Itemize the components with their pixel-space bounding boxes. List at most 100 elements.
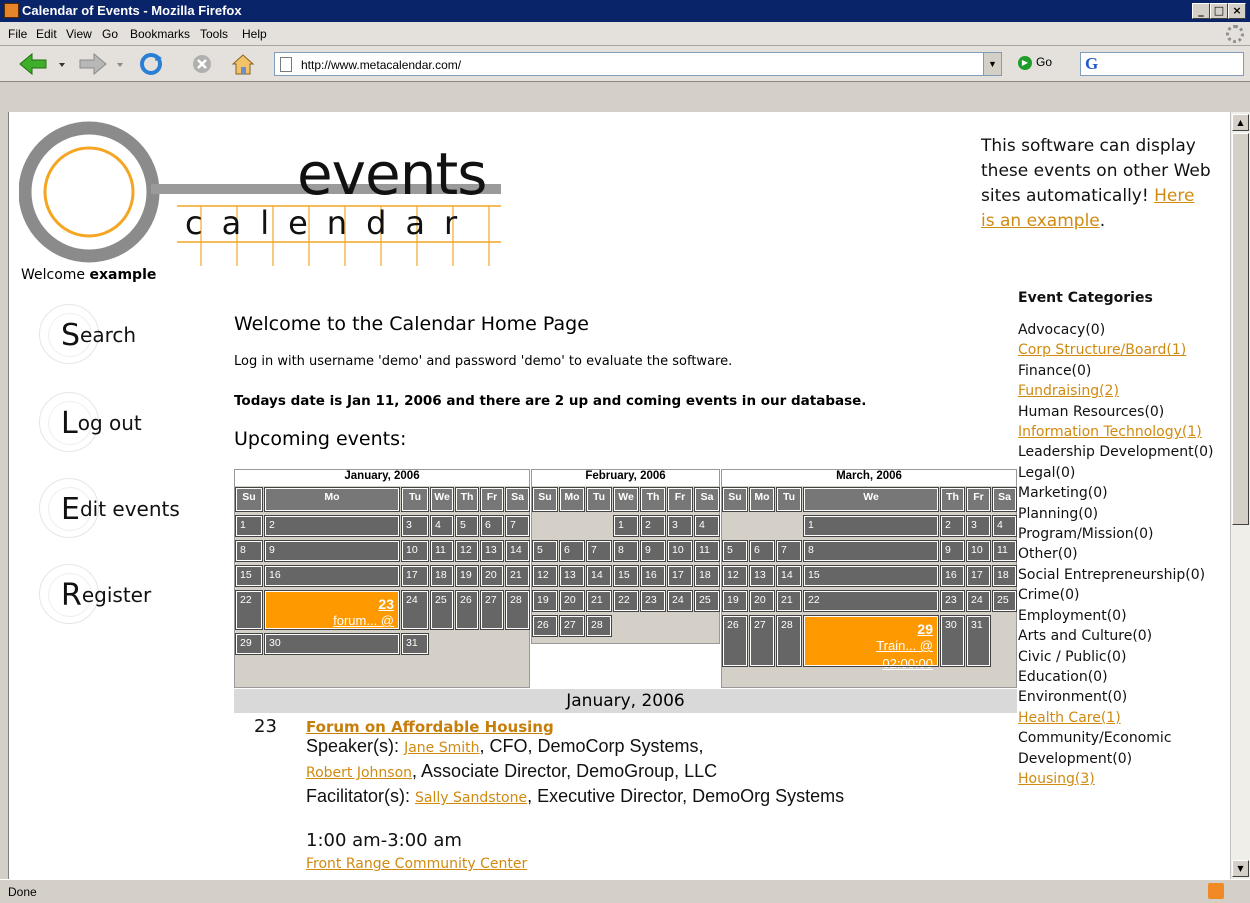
speaker-link[interactable]: Robert Johnson <box>306 765 412 781</box>
calendar-day[interactable]: 25 <box>992 590 1017 612</box>
calendar-day[interactable]: 26 <box>455 590 479 630</box>
calendar-day[interactable]: 6 <box>749 540 775 562</box>
search-box[interactable]: G <box>1080 52 1244 76</box>
calendar-day[interactable]: 11 <box>430 540 454 562</box>
calendar-day[interactable]: 31 <box>401 633 429 655</box>
category-link[interactable]: Information Technology(1) <box>1018 424 1202 440</box>
calendar-day[interactable]: 20 <box>559 590 585 612</box>
go-button[interactable]: ▶ Go <box>1018 55 1052 70</box>
calendar-day[interactable]: 18 <box>992 565 1017 587</box>
calendar-day[interactable]: 3 <box>667 515 693 537</box>
scroll-thumb[interactable] <box>1232 133 1249 525</box>
category-link[interactable]: Corp Structure/Board(1) <box>1018 342 1186 358</box>
event-title-short[interactable]: forum... @ <box>266 612 394 630</box>
back-dropdown-icon[interactable] <box>58 52 68 76</box>
calendar-day[interactable]: 20 <box>480 565 504 587</box>
calendar-day[interactable]: 6 <box>559 540 585 562</box>
event-day-number[interactable]: 23 <box>266 596 394 612</box>
calendar-day[interactable]: 27 <box>480 590 504 630</box>
url-dropdown-icon[interactable]: ▼ <box>983 53 1001 75</box>
calendar-day[interactable]: 28 <box>776 615 802 667</box>
calendar-day[interactable]: 26 <box>532 615 558 637</box>
calendar-day[interactable]: 12 <box>532 565 558 587</box>
calendar-day[interactable]: 15 <box>803 565 939 587</box>
category-item[interactable]: Housing(3) <box>1018 769 1218 789</box>
calendar-day[interactable]: 24 <box>966 590 991 612</box>
calendar-day[interactable]: 25 <box>694 590 720 612</box>
calendar-day[interactable]: 30 <box>940 615 965 667</box>
calendar-day[interactable]: 14 <box>505 540 530 562</box>
calendar-day[interactable]: 21 <box>776 590 802 612</box>
calendar-day[interactable]: 4 <box>694 515 720 537</box>
calendar-day[interactable]: 16 <box>940 565 965 587</box>
category-link[interactable]: Fundraising(2) <box>1018 383 1119 399</box>
calendar-day[interactable]: 12 <box>455 540 479 562</box>
calendar-day[interactable]: 1 <box>235 515 263 537</box>
calendar-day[interactable]: 2 <box>940 515 965 537</box>
facilitator-link[interactable]: Sally Sandstone <box>415 790 527 806</box>
calendar-day[interactable]: 28 <box>586 615 612 637</box>
calendar-day[interactable]: 15 <box>613 565 639 587</box>
minimize-button[interactable]: _ <box>1192 3 1210 19</box>
calendar-day[interactable]: 17 <box>966 565 991 587</box>
calendar-day[interactable]: 24 <box>667 590 693 612</box>
category-link[interactable]: Housing(3) <box>1018 771 1095 787</box>
menu-go[interactable]: Go <box>102 27 118 41</box>
category-item[interactable]: Corp Structure/Board(1) <box>1018 340 1218 360</box>
calendar-day[interactable]: 17 <box>401 565 429 587</box>
category-item[interactable]: Health Care(1) <box>1018 708 1218 728</box>
calendar-day[interactable]: 16 <box>640 565 666 587</box>
calendar-day[interactable]: 23 <box>640 590 666 612</box>
calendar-day[interactable]: 19 <box>532 590 558 612</box>
nav-edit-events[interactable]: Edit events <box>39 478 239 538</box>
calendar-day[interactable]: 20 <box>749 590 775 612</box>
scroll-down-icon[interactable]: ▼ <box>1232 860 1249 877</box>
calendar-day[interactable]: 26 <box>722 615 748 667</box>
menu-edit[interactable]: Edit <box>36 27 57 41</box>
speaker-link[interactable]: Jane Smith <box>404 740 479 756</box>
maximize-button[interactable]: □ <box>1210 3 1228 19</box>
event-day-number[interactable]: 29 <box>805 621 933 637</box>
home-icon[interactable] <box>230 52 256 76</box>
calendar-day[interactable]: 24 <box>401 590 429 630</box>
event-day-cell[interactable]: 23forum... @01:00:00 <box>264 590 400 646</box>
scroll-up-icon[interactable]: ▲ <box>1232 114 1249 131</box>
calendar-day[interactable]: 5 <box>722 540 748 562</box>
calendar-day[interactable]: 30 <box>264 633 400 655</box>
calendar-day[interactable]: 15 <box>235 565 263 587</box>
calendar-day[interactable]: 19 <box>722 590 748 612</box>
rss-feed-icon[interactable] <box>1208 883 1224 899</box>
calendar-day[interactable]: 12 <box>722 565 748 587</box>
menu-tools[interactable]: Tools <box>200 27 228 41</box>
calendar-day[interactable]: 5 <box>455 515 479 537</box>
calendar-day[interactable]: 2 <box>264 515 400 537</box>
back-arrow-icon[interactable] <box>18 52 48 76</box>
url-text[interactable]: http://www.metacalendar.com/ <box>301 58 461 72</box>
calendar-day[interactable]: 11 <box>992 540 1017 562</box>
calendar-day[interactable]: 6 <box>480 515 504 537</box>
calendar-day[interactable]: 8 <box>613 540 639 562</box>
calendar-day[interactable]: 14 <box>586 565 612 587</box>
category-item[interactable]: Information Technology(1) <box>1018 422 1218 442</box>
calendar-day[interactable]: 17 <box>667 565 693 587</box>
calendar-day[interactable]: 8 <box>235 540 263 562</box>
url-bar[interactable]: http://www.metacalendar.com/ ▼ <box>274 52 1002 76</box>
calendar-day[interactable]: 27 <box>749 615 775 667</box>
calendar-day[interactable]: 14 <box>776 565 802 587</box>
forward-arrow-icon[interactable] <box>78 52 108 76</box>
calendar-day[interactable]: 1 <box>803 515 939 537</box>
calendar-day[interactable]: 18 <box>430 565 454 587</box>
calendar-day[interactable]: 7 <box>776 540 802 562</box>
calendar-day[interactable]: 3 <box>966 515 991 537</box>
calendar-day[interactable]: 5 <box>532 540 558 562</box>
event-venue-link[interactable]: Front Range Community Center <box>306 856 527 872</box>
calendar-day[interactable]: 31 <box>966 615 991 667</box>
calendar-day[interactable]: 22 <box>803 590 939 612</box>
calendar-day[interactable]: 21 <box>586 590 612 612</box>
menu-view[interactable]: View <box>66 27 92 41</box>
calendar-day[interactable]: 18 <box>694 565 720 587</box>
menu-bookmarks[interactable]: Bookmarks <box>130 27 190 41</box>
calendar-day[interactable]: 22 <box>235 590 263 630</box>
calendar-day[interactable]: 10 <box>401 540 429 562</box>
calendar-day[interactable]: 13 <box>559 565 585 587</box>
